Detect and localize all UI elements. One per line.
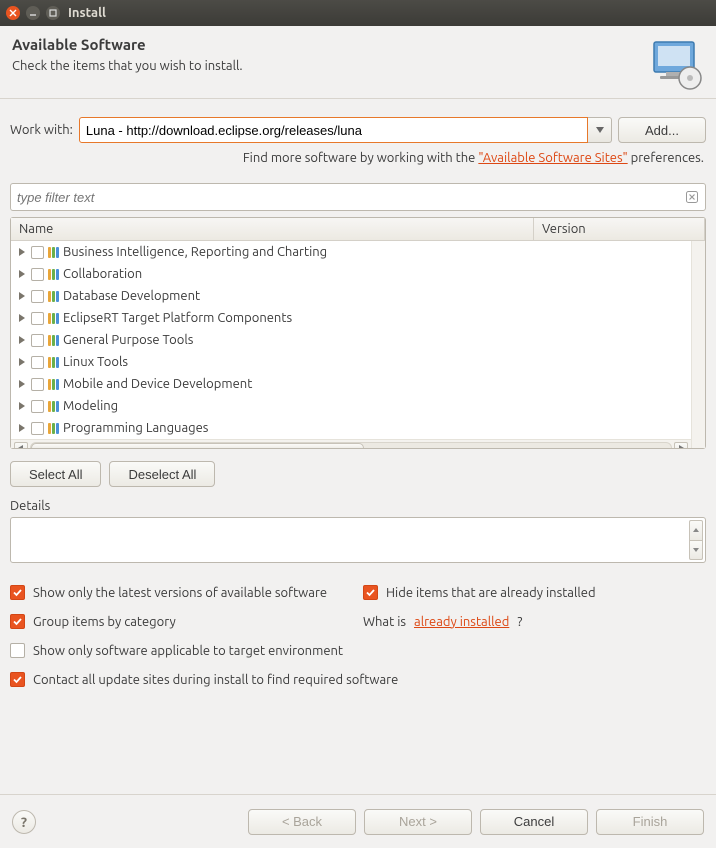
checkbox-icon[interactable] xyxy=(31,312,44,325)
disclosure-icon[interactable] xyxy=(17,423,27,433)
category-icon xyxy=(48,269,59,280)
tree-row[interactable]: Modeling xyxy=(11,395,691,417)
details-scroll-down-icon[interactable] xyxy=(689,541,703,561)
checkbox-icon[interactable] xyxy=(10,614,25,629)
disclosure-icon[interactable] xyxy=(17,401,27,411)
disclosure-icon[interactable] xyxy=(17,335,27,345)
opt-latest-versions[interactable]: Show only the latest versions of availab… xyxy=(10,585,353,600)
checkbox-icon[interactable] xyxy=(31,334,44,347)
scroll-left-icon[interactable] xyxy=(14,442,28,449)
column-version[interactable]: Version xyxy=(534,218,705,240)
category-icon xyxy=(48,379,59,390)
category-label: Database Development xyxy=(63,289,200,303)
opt-target-env[interactable]: Show only software applicable to target … xyxy=(10,643,706,658)
dialog-footer: ? < Back Next > Cancel Finish xyxy=(0,794,716,848)
workwith-label: Work with: xyxy=(10,123,73,137)
opt-group-category[interactable]: Group items by category xyxy=(10,614,353,629)
category-icon xyxy=(48,335,59,346)
tree-row[interactable]: Collaboration xyxy=(11,263,691,285)
tree-row[interactable]: Programming Languages xyxy=(11,417,691,439)
workwith-input[interactable] xyxy=(79,117,588,143)
disclosure-icon[interactable] xyxy=(17,247,27,257)
category-icon xyxy=(48,291,59,302)
tree-row[interactable]: General Purpose Tools xyxy=(11,329,691,351)
software-tree: Name Version Business Intelligence, Repo… xyxy=(10,217,706,449)
category-icon xyxy=(48,313,59,324)
page-subtitle: Check the items that you wish to install… xyxy=(12,59,648,73)
horizontal-scrollbar[interactable] xyxy=(11,439,691,448)
category-label: EclipseRT Target Platform Components xyxy=(63,311,292,325)
help-icon[interactable]: ? xyxy=(12,810,36,834)
cancel-button[interactable]: Cancel xyxy=(480,809,588,835)
checkbox-icon[interactable] xyxy=(31,290,44,303)
checkbox-icon[interactable] xyxy=(10,672,25,687)
clear-filter-icon[interactable] xyxy=(684,189,700,205)
tree-row[interactable]: EclipseRT Target Platform Components xyxy=(11,307,691,329)
workwith-dropdown-button[interactable] xyxy=(588,117,612,143)
already-installed-link[interactable]: already installed xyxy=(414,615,509,629)
window-title: Install xyxy=(68,6,106,20)
checkbox-icon[interactable] xyxy=(31,378,44,391)
tree-row[interactable]: Business Intelligence, Reporting and Cha… xyxy=(11,241,691,263)
checkbox-icon[interactable] xyxy=(10,643,25,658)
checkbox-icon[interactable] xyxy=(31,246,44,259)
next-button[interactable]: Next > xyxy=(364,809,472,835)
checkbox-icon[interactable] xyxy=(363,585,378,600)
deselect-all-button[interactable]: Deselect All xyxy=(109,461,215,487)
disclosure-icon[interactable] xyxy=(17,313,27,323)
checkbox-icon[interactable] xyxy=(31,268,44,281)
details-scroll-up-icon[interactable] xyxy=(689,520,703,541)
whatis-text: What is already installed? xyxy=(363,614,706,629)
minimize-icon[interactable] xyxy=(26,6,40,20)
back-button[interactable]: < Back xyxy=(248,809,356,835)
category-icon xyxy=(48,357,59,368)
category-icon xyxy=(48,423,59,434)
category-label: Mobile and Device Development xyxy=(63,377,252,391)
disclosure-icon[interactable] xyxy=(17,269,27,279)
opt-hide-installed[interactable]: Hide items that are already installed xyxy=(363,585,706,600)
maximize-icon[interactable] xyxy=(46,6,60,20)
filter-input[interactable] xyxy=(10,183,706,211)
checkbox-icon[interactable] xyxy=(31,422,44,435)
tree-row[interactable]: Mobile and Device Development xyxy=(11,373,691,395)
opt-contact-sites[interactable]: Contact all update sites during install … xyxy=(10,672,706,687)
vertical-scrollbar[interactable] xyxy=(691,241,705,448)
column-name[interactable]: Name xyxy=(11,218,534,240)
checkbox-icon[interactable] xyxy=(31,356,44,369)
scroll-right-icon[interactable] xyxy=(674,442,688,449)
titlebar: Install xyxy=(0,0,716,26)
category-label: Linux Tools xyxy=(63,355,128,369)
disclosure-icon[interactable] xyxy=(17,291,27,301)
category-icon xyxy=(48,401,59,412)
disclosure-icon[interactable] xyxy=(17,379,27,389)
close-icon[interactable] xyxy=(6,6,20,20)
finish-button[interactable]: Finish xyxy=(596,809,704,835)
category-label: Programming Languages xyxy=(63,421,208,435)
install-icon xyxy=(648,36,704,92)
page-title: Available Software xyxy=(12,36,648,53)
category-label: Business Intelligence, Reporting and Cha… xyxy=(63,245,327,259)
checkbox-icon[interactable] xyxy=(31,400,44,413)
dialog-header: Available Software Check the items that … xyxy=(0,26,716,99)
checkbox-icon[interactable] xyxy=(10,585,25,600)
category-label: Modeling xyxy=(63,399,118,413)
category-label: Collaboration xyxy=(63,267,142,281)
category-label: General Purpose Tools xyxy=(63,333,193,347)
window-buttons xyxy=(6,6,60,20)
details-box xyxy=(10,517,706,563)
category-icon xyxy=(48,247,59,258)
tree-row[interactable]: Linux Tools xyxy=(11,351,691,373)
add-button[interactable]: Add... xyxy=(618,117,706,143)
tree-row[interactable]: Database Development xyxy=(11,285,691,307)
findmore-text: Find more software by working with the "… xyxy=(10,151,704,165)
details-label: Details xyxy=(10,499,706,513)
select-all-button[interactable]: Select All xyxy=(10,461,101,487)
available-sites-link[interactable]: "Available Software Sites" xyxy=(478,151,627,165)
disclosure-icon[interactable] xyxy=(17,357,27,367)
